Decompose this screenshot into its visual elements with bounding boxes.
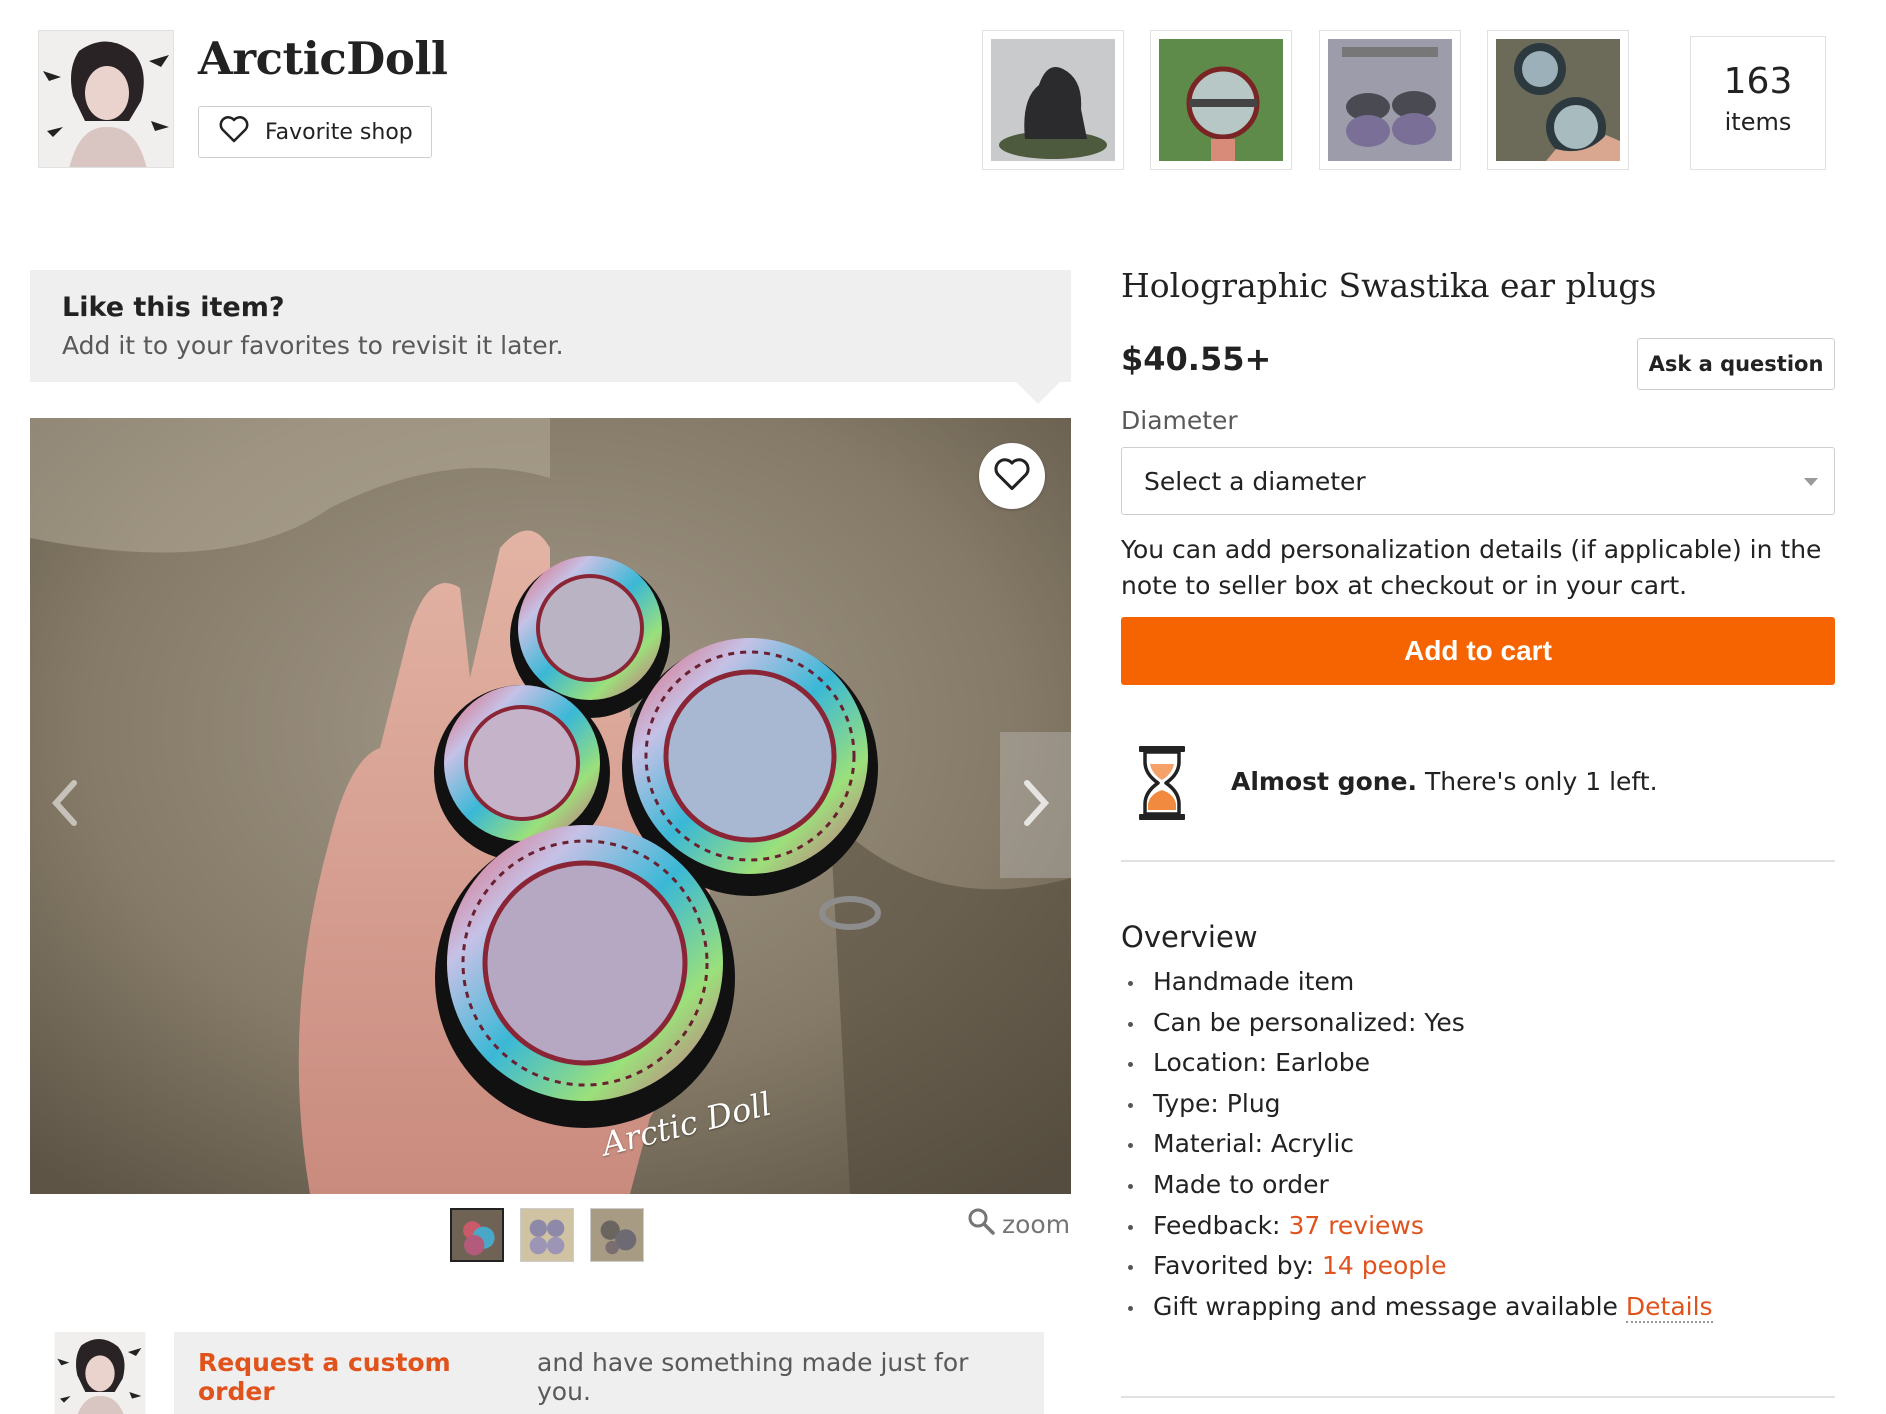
favorited-label: Favorited by:: [1153, 1251, 1314, 1281]
request-custom-order-link[interactable]: Request a custom order: [198, 1348, 529, 1406]
overview-item: Can be personalized: Yes: [1121, 1003, 1713, 1044]
image-thumbnail[interactable]: [590, 1208, 644, 1262]
shop-item-thumbnail[interactable]: [1150, 30, 1292, 170]
favorite-shop-button[interactable]: Favorite shop: [198, 106, 432, 158]
overview-item-gift: Gift wrapping and message available Deta…: [1121, 1287, 1713, 1328]
overview-item-favorited: Favorited by: 14 people: [1121, 1246, 1713, 1287]
favorite-prompt-title: Like this item?: [62, 292, 285, 323]
favorite-item-button[interactable]: [979, 443, 1045, 509]
overview-item: Handmade item: [1121, 962, 1713, 1003]
stock-remaining-text: There's only 1 left.: [1424, 767, 1658, 796]
feedback-label: Feedback:: [1153, 1210, 1281, 1240]
image-thumbnail[interactable]: [450, 1208, 504, 1262]
zoom-label: zoom: [1002, 1209, 1071, 1239]
next-image-button[interactable]: [1000, 732, 1071, 878]
zoom-button[interactable]: zoom: [966, 1206, 1070, 1242]
items-label: items: [1724, 108, 1792, 136]
overview-item: Type: Plug: [1121, 1084, 1713, 1125]
banner-pointer: [1016, 382, 1060, 404]
gift-details-link[interactable]: Details: [1625, 1291, 1713, 1323]
image-thumbnail-strip: [450, 1208, 644, 1262]
ask-question-button[interactable]: Ask a question: [1637, 338, 1835, 390]
gift-wrapping-label: Gift wrapping and message available: [1153, 1291, 1618, 1321]
diameter-select-value: Select a diameter: [1144, 466, 1366, 496]
personalization-note: You can add personalization details (if …: [1121, 535, 1822, 600]
shop-item-thumbnail[interactable]: [1487, 30, 1629, 170]
previous-image-button[interactable]: [40, 770, 90, 840]
items-count: 163: [1723, 61, 1793, 102]
listing-main-image[interactable]: [30, 418, 1071, 1194]
section-divider: [1121, 860, 1835, 862]
listing-title: Holographic Swastika ear plugs: [1121, 266, 1657, 305]
shop-avatar[interactable]: [38, 30, 174, 168]
overview-item: Made to order: [1121, 1165, 1713, 1206]
custom-order-text: and have something made just for you.: [537, 1348, 969, 1406]
section-divider: [1121, 1396, 1835, 1398]
image-thumbnail[interactable]: [520, 1208, 574, 1262]
chevron-left-icon: [50, 779, 80, 831]
shop-item-thumbnail[interactable]: [982, 30, 1124, 170]
shop-item-thumbnail[interactable]: [1319, 30, 1461, 170]
chevron-down-icon: [1804, 478, 1818, 486]
shop-owner-avatar[interactable]: [54, 1332, 146, 1414]
favorite-prompt-banner: Like this item? Add it to your favorites…: [30, 270, 1071, 404]
overview-item: Location: Earlobe: [1121, 1043, 1713, 1084]
shop-items-count[interactable]: 163 items: [1690, 36, 1826, 170]
heart-outline-icon: [993, 457, 1031, 495]
custom-order-banner: Request a custom order and have somethin…: [174, 1332, 1044, 1414]
overview-title: Overview: [1121, 920, 1258, 954]
shop-name[interactable]: ArcticDoll: [198, 32, 448, 85]
listing-price: $40.55+: [1121, 340, 1272, 378]
reviews-link[interactable]: 37 reviews: [1288, 1211, 1423, 1240]
add-to-cart-button[interactable]: Add to cart: [1121, 617, 1835, 685]
almost-gone-label: Almost gone.: [1231, 767, 1417, 796]
diameter-select[interactable]: Select a diameter: [1121, 447, 1835, 515]
heart-outline-icon: [219, 115, 249, 149]
magnifier-icon: [966, 1206, 996, 1242]
favorite-shop-label: Favorite shop: [265, 119, 413, 145]
overview-item-feedback: Feedback: 37 reviews: [1121, 1206, 1713, 1247]
overview-item: Material: Acrylic: [1121, 1124, 1713, 1165]
favorited-people-link[interactable]: 14 people: [1322, 1251, 1447, 1280]
favorite-prompt-subtitle: Add it to your favorites to revisit it l…: [62, 331, 564, 360]
diameter-label: Diameter: [1121, 406, 1238, 435]
hourglass-icon: [1136, 744, 1188, 822]
overview-list: Handmade item Can be personalized: Yes L…: [1121, 962, 1713, 1327]
stock-warning: Almost gone. There's only 1 left.: [1231, 767, 1658, 796]
chevron-right-icon: [1021, 779, 1051, 831]
